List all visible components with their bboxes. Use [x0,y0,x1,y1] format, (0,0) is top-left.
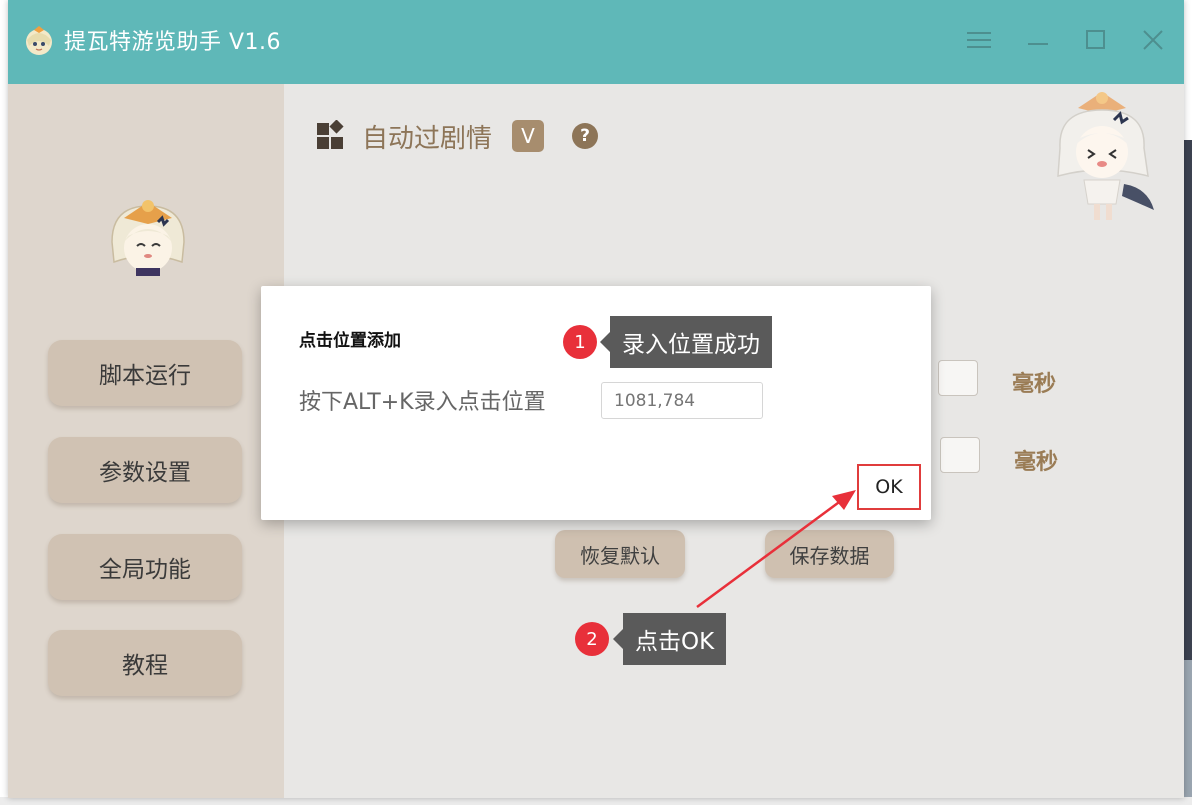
desktop-background [1184,140,1192,660]
sidebar-item-tutorial[interactable]: 教程 [48,630,242,696]
unit-label-ms: 毫秒 [1012,372,1057,397]
step-2-tooltip: 点击OK [612,613,727,665]
window-title: 提瓦特游览助手 V1.6 [64,30,282,55]
widgets-icon [317,120,344,149]
desktop-background [1184,660,1192,805]
paimon-logo-icon [26,26,52,55]
ok-button[interactable]: OK [857,464,921,510]
add-click-position-dialog: 点击位置添加 按下ALT+K录入点击位置 OK [261,286,931,520]
menu-icon [967,32,991,48]
restore-default-button[interactable]: 恢复默认 [555,530,685,578]
menu-button[interactable] [961,22,997,58]
maximize-icon [1086,30,1105,49]
save-data-button[interactable]: 保存数据 [765,530,894,578]
dialog-hint-label: 按下ALT+K录入点击位置 [299,390,546,415]
page-title: 自动过剧情 [362,124,493,154]
version-badge: V [512,120,544,152]
maximize-button[interactable] [1078,22,1114,58]
minimize-button[interactable] [1020,22,1056,58]
sidebar-item-settings[interactable]: 参数设置 [48,437,242,503]
step-1-badge: 1 [563,325,597,359]
step-1-tooltip: 录入位置成功 [600,316,772,368]
sidebar-item-label: 教程 [122,653,168,679]
title-bar: 提瓦特游览助手 V1.6 [8,0,1184,84]
paimon-avatar-icon [111,200,185,276]
dialog-title: 点击位置添加 [299,331,401,351]
close-icon [1143,30,1163,50]
sidebar: 脚本运行 参数设置 全局功能 教程 [8,84,284,798]
sidebar-item-label: 参数设置 [99,460,191,486]
step-1-text: 录入位置成功 [622,332,760,358]
unit-label-ms: 毫秒 [1014,450,1059,475]
sidebar-item-label: 脚本运行 [99,363,191,389]
sidebar-item-run-script[interactable]: 脚本运行 [48,340,242,406]
step-2-text: 点击OK [635,629,715,655]
delay-input-1[interactable] [938,360,978,396]
help-icon[interactable]: ? [572,123,598,149]
desktop-background [0,797,1192,805]
step-2-badge: 2 [575,622,609,656]
delay-input-2[interactable] [940,437,980,473]
paimon-mascot-icon [1057,92,1154,220]
minimize-icon [1028,43,1048,45]
close-button[interactable] [1135,22,1171,58]
sidebar-item-label: 全局功能 [99,557,191,583]
click-position-input[interactable] [601,382,763,419]
sidebar-item-global-functions[interactable]: 全局功能 [48,534,242,600]
